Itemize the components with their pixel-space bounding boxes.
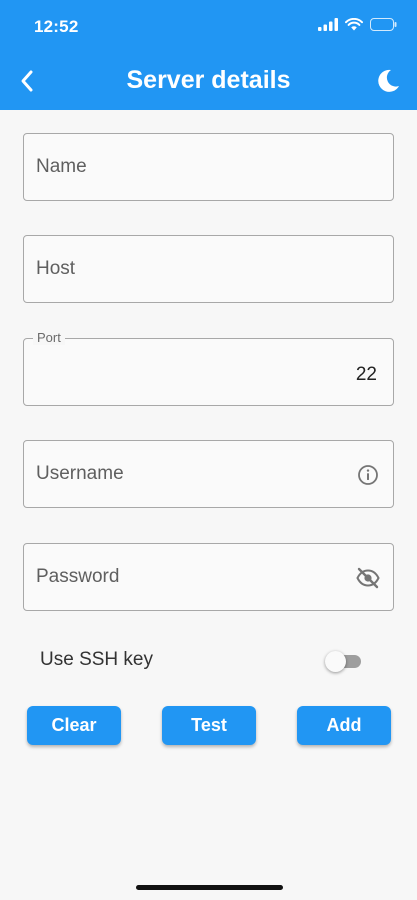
server-details-screen: 12:52 Server details Name Host Port 22 U… — [0, 0, 417, 900]
name-input[interactable] — [24, 134, 393, 200]
test-button[interactable]: Test — [162, 706, 256, 745]
header: 12:52 Server details — [0, 0, 417, 110]
ssh-key-row: Use SSH key — [40, 645, 367, 675]
status-time: 12:52 — [34, 17, 79, 36]
status-bar: 12:52 — [0, 0, 417, 54]
moon-icon — [378, 69, 399, 92]
username-info-button[interactable] — [355, 462, 381, 488]
ssh-key-label: Use SSH key — [40, 649, 153, 670]
username-input[interactable] — [24, 441, 393, 507]
visibility-off-icon — [356, 567, 380, 589]
wifi-icon — [345, 18, 363, 31]
switch-thumb — [325, 651, 346, 672]
home-indicator — [136, 885, 283, 890]
info-icon — [358, 465, 378, 485]
password-visibility-button[interactable] — [355, 565, 381, 591]
add-button[interactable]: Add — [297, 706, 391, 745]
username-field[interactable] — [23, 440, 394, 508]
password-input[interactable] — [24, 544, 393, 610]
signal-icon — [318, 18, 338, 31]
battery-icon — [370, 18, 397, 31]
ssh-key-switch[interactable] — [325, 650, 363, 672]
password-field[interactable] — [23, 543, 394, 611]
host-input[interactable] — [24, 236, 393, 302]
clear-button[interactable]: Clear — [27, 706, 121, 745]
host-field[interactable] — [23, 235, 394, 303]
port-input[interactable] — [24, 339, 393, 405]
app-bar: Server details — [0, 54, 417, 110]
page-title: Server details — [126, 66, 291, 94]
port-field[interactable]: Port — [23, 330, 394, 406]
status-icons — [318, 18, 397, 31]
theme-toggle-button[interactable] — [371, 64, 405, 98]
name-field[interactable] — [23, 133, 394, 201]
